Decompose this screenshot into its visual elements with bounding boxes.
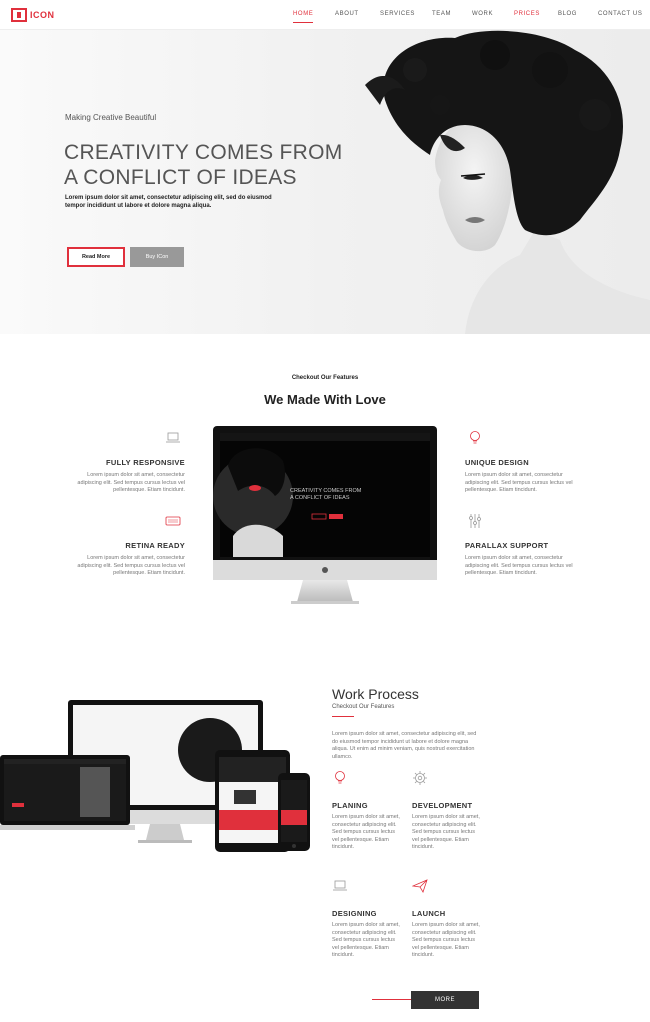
feature-title: UNIQUE DESIGN	[465, 458, 529, 467]
imac-mockup-image: CREATIVITY COMES FROM A CONFLICT OF IDEA…	[213, 426, 437, 604]
work-process-title: Work Process	[332, 686, 419, 702]
gear-icon	[413, 771, 427, 785]
hero-text: Lorem ipsum dolor sit amet, consectetur …	[65, 195, 272, 209]
hero-subtitle: Making Creative Beautiful	[65, 113, 157, 122]
step-title: PLANING	[332, 801, 368, 810]
features-kicker: Checkout Our Features	[291, 375, 359, 381]
feature-unique-design: UNIQUE DESIGN Lorem ipsum dolor sit amet…	[465, 430, 585, 500]
nav-services[interactable]: SERVICES	[380, 11, 415, 17]
feature-retina-ready: RETINA READY Lorem ipsum dolor sit amet,…	[65, 513, 185, 583]
step-text: Lorem ipsum dolor sit amet, consectetur …	[332, 922, 400, 958]
keyboard-icon	[165, 516, 181, 526]
nav-blog[interactable]: BLOG	[558, 11, 577, 17]
step-title: DEVELOPMENT	[412, 801, 473, 810]
devices-mockup-image	[0, 700, 310, 852]
hero-title-line1: CREATIVITY COMES FROM	[64, 141, 343, 164]
read-more-button[interactable]: Read More	[67, 247, 125, 267]
work-process-text: Lorem ipsum dolor sit amet, consectetur …	[332, 731, 477, 760]
lightbulb-icon	[470, 431, 480, 444]
nav-work[interactable]: WORK	[472, 11, 493, 17]
hero-title-line2: A CONFLICT OF IDEAS	[64, 166, 297, 189]
top-nav: ICON HOME ABOUT SERVICES TEAM WORK PRICE…	[0, 0, 650, 30]
feature-parallax-support: PARALLAX SUPPORT Lorem ipsum dolor sit a…	[465, 513, 585, 583]
step-development: DEVELOPMENT Lorem ipsum dolor sit amet, …	[412, 770, 487, 870]
laptop-icon	[166, 432, 180, 443]
feature-text: Lorem ipsum dolor sit amet, consectetur …	[465, 555, 573, 576]
laptop-icon	[333, 880, 347, 891]
feature-text: Lorem ipsum dolor sit amet, consectetur …	[77, 472, 185, 493]
feature-title: FULLY RESPONSIVE	[106, 458, 185, 467]
imac-screen-title-line2: A CONFLICT OF IDEAS	[290, 495, 350, 501]
feature-text: Lorem ipsum dolor sit amet, consectetur …	[465, 472, 573, 493]
nav-home[interactable]: HOME	[293, 11, 314, 23]
more-accent-line	[372, 999, 412, 1000]
feature-title: PARALLAX SUPPORT	[465, 541, 549, 550]
step-title: LAUNCH	[412, 909, 446, 918]
hero-portrait-image	[365, 30, 650, 334]
hero-title: CREATIVITY COMES FROM A CONFLICT OF IDEA…	[64, 140, 364, 190]
buy-button[interactable]: Buy ICon	[130, 247, 184, 267]
nav-about[interactable]: ABOUT	[335, 11, 359, 17]
work-process-subtitle: Checkout Our Features	[332, 704, 395, 710]
feature-fully-responsive: FULLY RESPONSIVE Lorem ipsum dolor sit a…	[65, 430, 185, 500]
imac-screen-title-line1: CREATIVITY COMES FROM	[290, 488, 362, 494]
paper-plane-icon	[412, 879, 428, 893]
lightbulb-icon	[335, 771, 345, 784]
step-text: Lorem ipsum dolor sit amet, consectetur …	[332, 814, 400, 850]
features-title: We Made With Love	[264, 392, 386, 407]
step-designing: DESIGNING Lorem ipsum dolor sit amet, co…	[332, 878, 407, 978]
feature-title: RETINA READY	[125, 541, 185, 550]
sliders-icon	[469, 514, 481, 528]
nav-contact[interactable]: CONTACT US	[598, 11, 642, 17]
nav-prices[interactable]: PRICES	[514, 11, 540, 17]
step-text: Lorem ipsum dolor sit amet, consectetur …	[412, 814, 480, 850]
step-launch: LAUNCH Lorem ipsum dolor sit amet, conse…	[412, 878, 487, 978]
step-text: Lorem ipsum dolor sit amet, consectetur …	[412, 922, 480, 958]
main-menu: HOME ABOUT SERVICES TEAM WORK PRICES BLO…	[0, 11, 650, 23]
nav-team[interactable]: TEAM	[432, 11, 451, 17]
more-button[interactable]: MORE	[411, 991, 479, 1009]
step-title: DESIGNING	[332, 909, 377, 918]
step-planing: PLANING Lorem ipsum dolor sit amet, cons…	[332, 770, 407, 870]
work-process-divider	[332, 716, 354, 717]
hero-section: Making Creative Beautiful CREATIVITY COM…	[0, 30, 650, 334]
feature-text: Lorem ipsum dolor sit amet, consectetur …	[77, 555, 185, 576]
